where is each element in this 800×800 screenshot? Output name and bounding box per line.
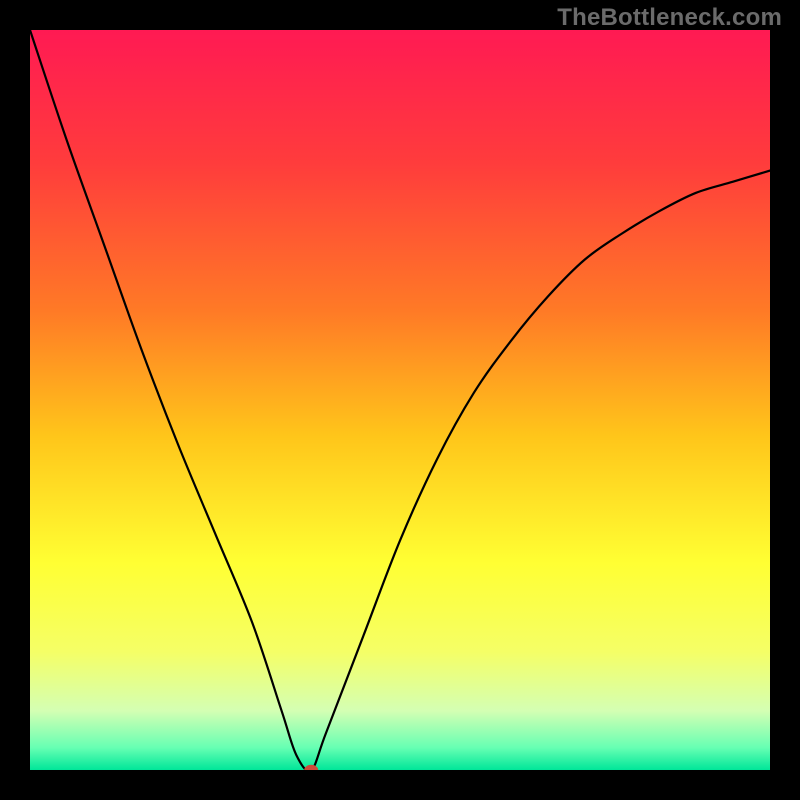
chart-frame: TheBottleneck.com bbox=[0, 0, 800, 800]
chart-svg bbox=[30, 30, 770, 770]
plot-area bbox=[30, 30, 770, 770]
gradient-background bbox=[30, 30, 770, 770]
watermark-text: TheBottleneck.com bbox=[557, 4, 782, 32]
